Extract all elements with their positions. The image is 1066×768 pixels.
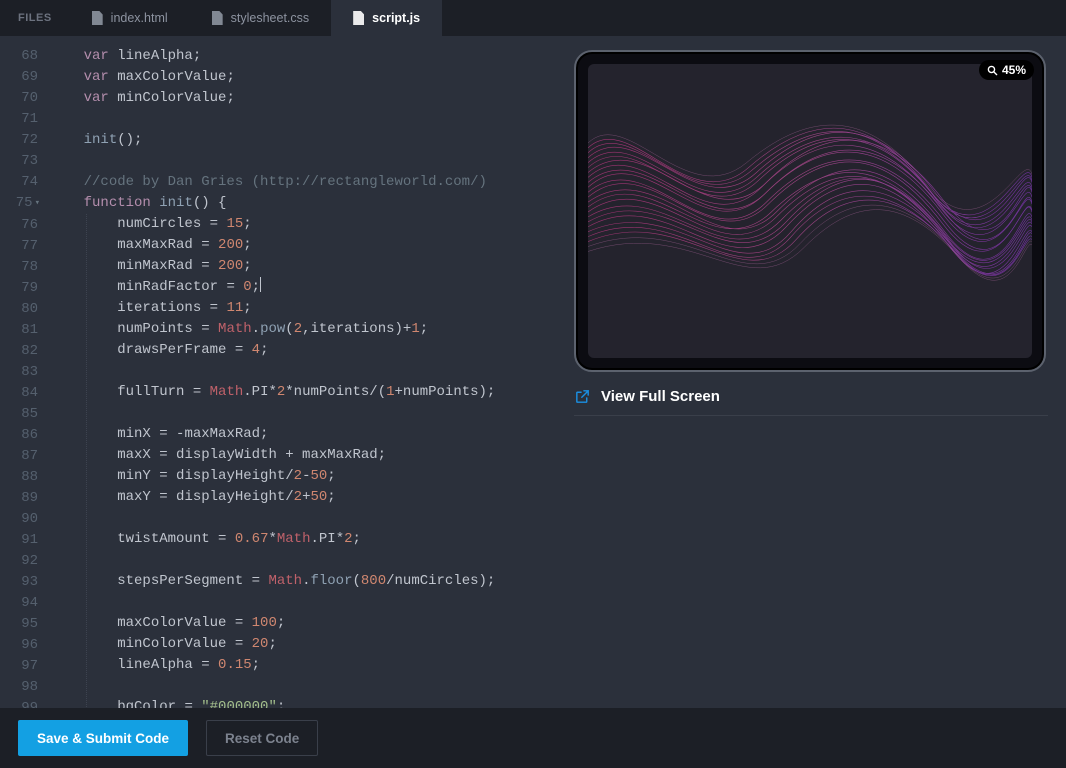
tab-stylesheet-css[interactable]: stylesheet.css — [190, 0, 332, 36]
files-label: FILES — [0, 0, 70, 36]
file-icon — [353, 11, 364, 25]
zoom-value: 45% — [1002, 63, 1026, 77]
main-area: 6869707172737475▾76777879808182838485868… — [0, 36, 1066, 708]
tab-script-js[interactable]: script.js — [331, 0, 442, 36]
tab-label: stylesheet.css — [231, 11, 310, 25]
file-icon — [92, 11, 103, 25]
code-content[interactable]: var lineAlpha; var maxColorValue; var mi… — [50, 46, 574, 708]
tab-label: index.html — [111, 11, 168, 25]
tab-bar: FILES index.html stylesheet.css script.j… — [0, 0, 1066, 36]
bottom-bar: Save & Submit Code Reset Code — [0, 708, 1066, 768]
file-icon — [212, 11, 223, 25]
view-fullscreen-label: View Full Screen — [601, 388, 720, 405]
tab-label: script.js — [372, 11, 420, 25]
preview-canvas — [588, 64, 1032, 358]
code-editor[interactable]: 6869707172737475▾76777879808182838485868… — [0, 36, 574, 708]
line-number-gutter: 6869707172737475▾76777879808182838485868… — [0, 46, 50, 708]
external-link-icon — [574, 388, 591, 405]
preview-panel: 45% — [574, 36, 1066, 708]
magnifier-icon — [987, 65, 998, 76]
save-submit-button[interactable]: Save & Submit Code — [18, 720, 188, 756]
zoom-badge[interactable]: 45% — [979, 60, 1034, 80]
preview-device-frame: 45% — [574, 50, 1046, 372]
reset-code-button[interactable]: Reset Code — [206, 720, 318, 756]
view-fullscreen-button[interactable]: View Full Screen — [574, 388, 1048, 416]
tab-index-html[interactable]: index.html — [70, 0, 190, 36]
